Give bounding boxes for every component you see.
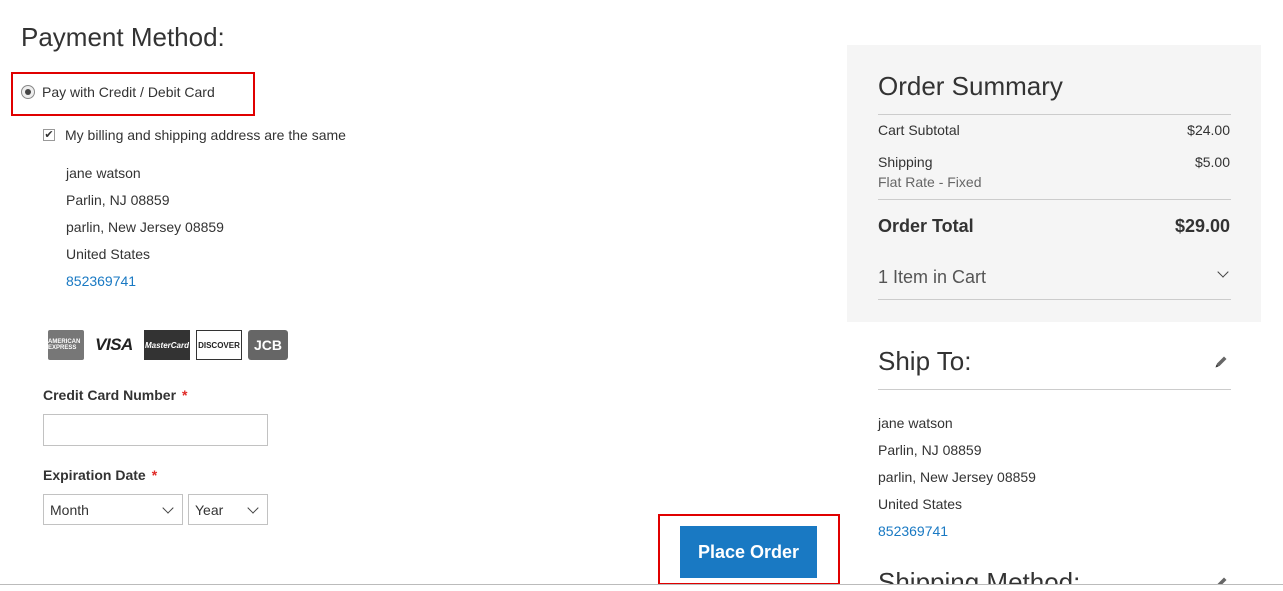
visa-card-icon: VISA <box>95 335 133 354</box>
billing-same-checkbox-row[interactable]: ✔ My billing and shipping address are th… <box>43 127 346 143</box>
billing-line1: Parlin, NJ 08859 <box>66 192 170 208</box>
viewport-bottom-mask <box>0 585 1283 591</box>
expiration-label: Expiration Date * <box>43 467 157 483</box>
ship-line2: parlin, New Jersey 08859 <box>878 469 1036 485</box>
billing-name: jane watson <box>66 165 141 181</box>
divider <box>878 389 1231 390</box>
cc-number-input[interactable] <box>43 414 268 446</box>
items-in-cart-toggle[interactable]: 1 Item in Cart <box>878 267 986 288</box>
pay-credit-card-option[interactable]: Pay with Credit / Debit Card <box>21 84 215 100</box>
billing-address: jane watson Parlin, NJ 08859 parlin, New… <box>66 160 224 295</box>
chevron-down-icon <box>162 501 174 514</box>
chevron-down-icon[interactable] <box>1217 266 1229 278</box>
billing-phone-link[interactable]: 852369741 <box>66 268 224 295</box>
place-order-button[interactable]: Place Order <box>680 526 817 578</box>
expiration-year-select[interactable]: Year <box>188 494 268 525</box>
divider <box>878 199 1231 200</box>
ship-to-title: Ship To: <box>878 346 972 376</box>
required-mark: * <box>151 467 158 483</box>
ship-phone-link[interactable]: 852369741 <box>878 518 1036 545</box>
jcb-card-icon: JCB <box>248 330 288 360</box>
order-summary-title: Order Summary <box>878 71 1063 101</box>
checkbox-checked-icon[interactable]: ✔ <box>43 129 55 141</box>
billing-line2: parlin, New Jersey 08859 <box>66 219 224 235</box>
pencil-edit-icon[interactable] <box>1213 354 1229 370</box>
shipping-value: $5.00 <box>1194 154 1230 170</box>
amex-card-icon: AMERICAN EXPRESS <box>48 330 84 360</box>
ship-country: United States <box>878 496 963 512</box>
subtotal-label: Cart Subtotal <box>878 122 960 138</box>
mastercard-card-icon: MasterCard <box>144 330 190 360</box>
ship-line1: Parlin, NJ 08859 <box>878 442 982 458</box>
pay-option-label: Pay with Credit / Debit Card <box>42 84 215 100</box>
divider <box>878 299 1231 300</box>
year-selected-value: Year <box>195 501 224 518</box>
billing-same-label: My billing and shipping address are the … <box>65 127 346 143</box>
radio-selected-icon[interactable] <box>21 85 35 99</box>
cc-number-label-text: Credit Card Number <box>43 387 177 403</box>
required-mark: * <box>182 387 188 403</box>
billing-country: United States <box>66 246 151 262</box>
divider <box>878 114 1231 115</box>
expiration-label-text: Expiration Date <box>43 467 146 483</box>
order-total-label: Order Total <box>878 216 974 236</box>
chevron-down-icon <box>247 501 259 514</box>
cc-number-label: Credit Card Number * <box>43 387 187 403</box>
shipping-method-text: Flat Rate - Fixed <box>878 174 982 190</box>
ship-to-address: jane watson Parlin, NJ 08859 parlin, New… <box>878 410 1036 545</box>
ship-name: jane watson <box>878 415 953 431</box>
expiration-month-select[interactable]: Month <box>43 494 183 525</box>
order-total-value: $29.00 <box>1174 216 1230 236</box>
subtotal-value: $24.00 <box>1187 122 1230 138</box>
order-summary-panel: Order Summary Cart Subtotal $24.00 Shipp… <box>847 45 1261 322</box>
card-logos: AMERICAN EXPRESS VISA MasterCard DISCOVE… <box>48 330 288 360</box>
payment-method-title: Payment Method: <box>21 22 225 52</box>
shipping-label: Shipping <box>878 154 933 170</box>
month-selected-value: Month <box>50 501 89 518</box>
discover-card-icon: DISCOVER <box>196 330 242 360</box>
